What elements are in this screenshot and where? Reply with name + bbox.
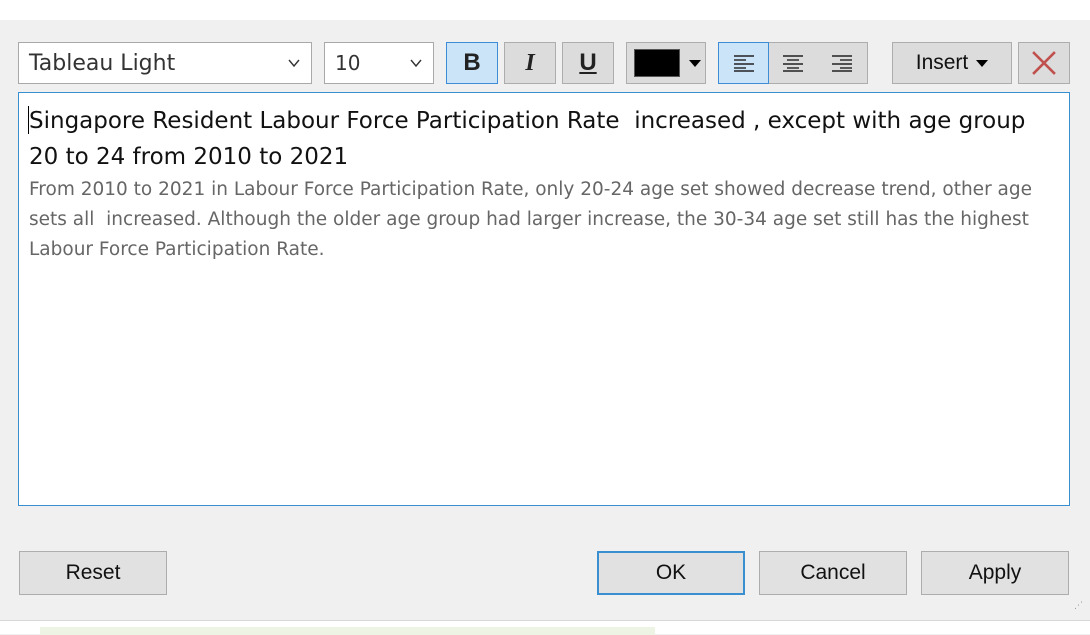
text-color-picker[interactable] [626,42,706,84]
title-text-editor[interactable]: Singapore Resident Labour Force Particip… [18,92,1070,506]
italic-button[interactable]: I [504,42,556,84]
dropdown-caret-icon [689,59,701,67]
ok-button[interactable]: OK [597,551,745,595]
chevron-down-icon [288,59,300,68]
apply-label: Apply [968,561,1022,584]
bold-label: B [463,49,481,76]
chevron-down-icon [410,59,422,68]
clear-x-icon [1032,51,1056,75]
dropdown-caret-icon [976,59,989,67]
bold-button[interactable]: B [446,42,498,84]
align-left-button[interactable] [717,42,770,84]
insert-label: Insert [915,51,969,74]
color-swatch [634,49,680,77]
align-right-button[interactable] [818,43,867,83]
align-center-button[interactable] [768,43,817,83]
font-size-dropdown[interactable]: 10 [324,42,434,84]
underline-label: U [579,49,597,76]
headline-text: Singapore Resident Labour Force Particip… [29,108,1033,170]
clear-button[interactable] [1018,42,1070,84]
alignment-group [717,42,868,84]
align-right-icon [832,55,853,72]
resize-grip-icon[interactable]: ⋰ [1074,602,1086,616]
align-center-icon [782,55,803,72]
text-cursor [28,106,29,134]
font-family-dropdown[interactable]: Tableau Light [18,42,312,84]
ok-label: OK [655,561,687,584]
italic-label: I [525,49,535,76]
title-bar [0,0,1090,20]
background-strip [0,620,1090,635]
apply-button[interactable]: Apply [921,551,1069,595]
font-size-value: 10 [335,51,361,75]
reset-label: Reset [65,561,121,584]
cancel-label: Cancel [800,561,866,584]
reset-button[interactable]: Reset [19,551,167,595]
align-left-icon [733,55,754,72]
insert-menu-button[interactable]: Insert [892,42,1012,84]
cancel-button[interactable]: Cancel [759,551,907,595]
font-family-value: Tableau Light [29,50,176,76]
body-text: From 2010 to 2021 in Labour Force Partic… [29,179,1038,260]
underline-button[interactable]: U [562,42,614,84]
